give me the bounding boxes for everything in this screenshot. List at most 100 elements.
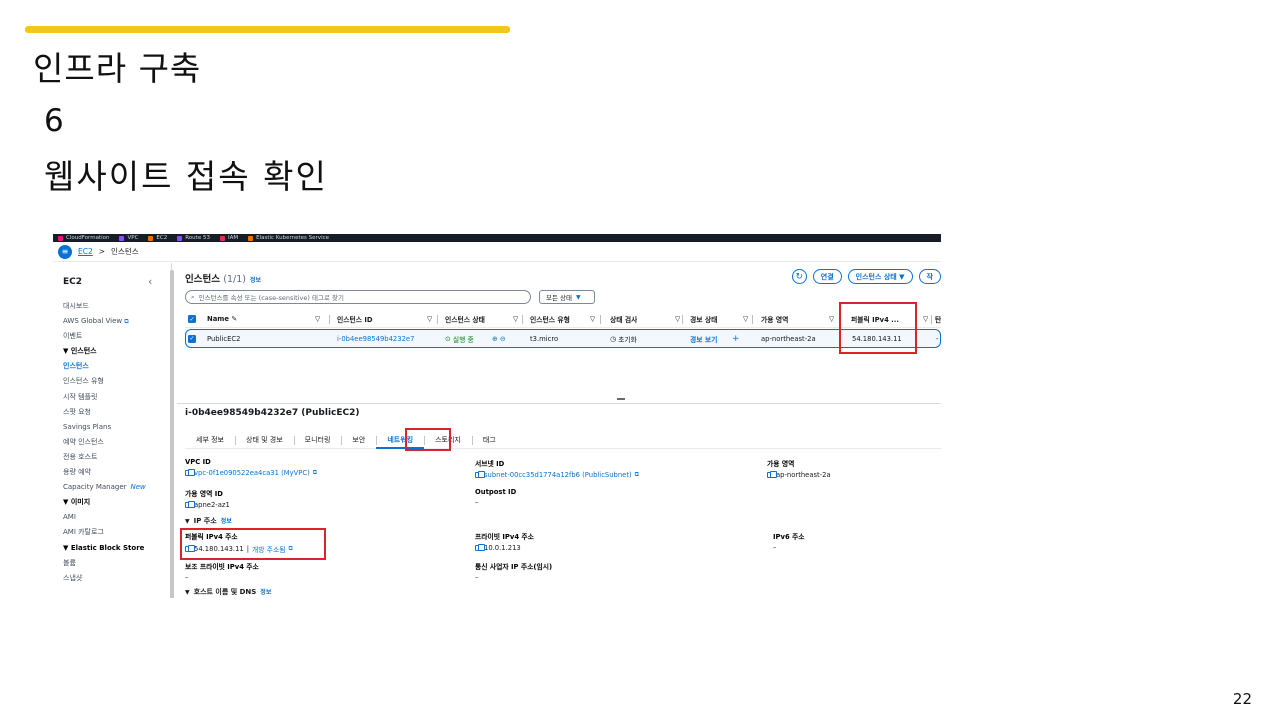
tab-status-alarms[interactable]: 상태 및 경보 [235,433,294,449]
col-status-check[interactable]: 상태 검사 [610,311,637,327]
info-link[interactable]: 정보 [260,589,271,596]
sort-icon[interactable]: ▽ [513,311,518,327]
copy-icon[interactable] [475,543,485,551]
sidebar-item-ami[interactable]: AMI [63,510,168,525]
state-filter-select[interactable]: 모든 상태 ▼ [539,290,595,304]
sidebar-item-reserved-instances[interactable]: 예약 인스턴스 [63,435,168,450]
carrier-ip-field: 통신 사업자 IP 주소(임시) – [475,563,553,582]
favorite-vpc[interactable]: VPC [119,235,138,241]
copy-icon[interactable] [475,470,485,478]
breadcrumb-ec2-link[interactable]: EC2 [78,247,93,256]
sort-icon[interactable]: ▽ [427,311,432,327]
tab-monitoring[interactable]: 모니터링 [293,433,342,449]
table-row[interactable]: ✓ PublicEC2 i-0b4ee98549b4232e7 ⊙ 실행 중 ⊕… [185,329,941,348]
step-title: 웹사이트 접속 확인 [44,157,328,196]
split-drag-handle[interactable] [617,398,625,400]
secondary-ip-field: 보조 프라이빗 IPv4 주소 – [185,563,259,582]
running-icon: ⊙ [445,334,451,343]
sidebar-section-instances[interactable]: ▼ 인스턴스 [63,344,168,359]
row-checkbox[interactable]: ✓ [188,334,196,343]
sidebar-item-dedicated-hosts[interactable]: 전용 호스트 [63,450,168,465]
info-link[interactable]: 정보 [221,518,232,525]
col-more[interactable]: 탄 [935,311,941,327]
sort-icon[interactable]: ▽ [315,311,320,327]
select-all-checkbox[interactable]: ✓ [188,315,196,323]
sidebar-scrollbar[interactable] [170,270,174,598]
favorite-ec2[interactable]: EC2 [148,235,167,241]
copy-icon[interactable] [767,470,777,478]
col-name[interactable]: Name ✎ [207,311,237,327]
subnet-link[interactable]: subnet-00cc35d1774a12fb6 (PublicSubnet) [484,471,632,479]
vpc-id-field: VPC ID vpc-0f1e090522ea4ca31 (MyVPC) ⧉ [185,458,318,477]
new-badge: New [130,483,146,492]
tab-details[interactable]: 세부 정보 [185,433,235,449]
favorite-cloudformation[interactable]: CloudFormation [58,235,109,241]
sidebar-item-savings-plans[interactable]: Savings Plans [63,420,168,435]
row-instance-id[interactable]: i-0b4ee98549b4232e7 [337,330,414,347]
favorite-eks[interactable]: Elastic Kubernetes Service [248,235,329,241]
sidebar-section-ebs[interactable]: ▼ Elastic Block Store [63,541,168,556]
sidebar-item-launch-templates[interactable]: 시작 템플릿 [63,390,168,405]
external-link-icon: ⧉ [124,318,129,326]
view-alarms-link[interactable]: 경보 보기 [690,330,717,347]
instances-table: ✓ Name ✎ ▽ 인스턴스 ID ▽ 인스턴스 상태 ▽ 인스턴스 유형 ▽… [185,311,941,348]
sidebar-item-snapshots[interactable]: 스냅샷 [63,571,168,586]
caret-down-icon: ▼ [576,293,581,301]
sidebar-item-dashboard[interactable]: 대시보드 [63,299,168,314]
search-icon: ⌕ [191,292,195,301]
sidebar-item-instance-types[interactable]: 인스턴스 유형 [63,374,168,389]
tab-security[interactable]: 보안 [341,433,376,449]
sidebar-item-events[interactable]: 이벤트 [63,329,168,344]
collapse-sidebar-icon[interactable]: ‹ [148,275,152,288]
sort-icon[interactable]: ▽ [590,311,595,327]
col-state[interactable]: 인스턴스 상태 [445,311,485,327]
split-divider[interactable] [177,403,941,405]
favorite-iam[interactable]: IAM [219,235,238,241]
favorite-route53[interactable]: Route 53 [177,235,210,241]
col-az[interactable]: 가용 영역 [761,311,788,327]
detail-title: i-0b4ee98549b4232e7 (PublicEC2) [185,408,360,418]
actions-button[interactable]: 작 [918,269,941,284]
instance-search-input[interactable]: ⌕ 인스턴스를 속성 또는 (case-sensitive) 태그로 찾기 [185,290,531,304]
host-dns-section-toggle[interactable]: ▼ 호스트 이름 및 DNS 정보 [185,587,271,597]
highlight-public-ip-detail [180,528,326,560]
sidebar-item-ami-catalog[interactable]: AMI 카탈로그 [63,525,168,540]
add-alarm-icon[interactable]: + [732,330,740,347]
sort-icon[interactable]: ▽ [675,311,680,327]
col-type[interactable]: 인스턴스 유형 [530,311,570,327]
col-alarm[interactable]: 경보 상태 [690,311,717,327]
refresh-icon[interactable]: ↻ [791,269,807,284]
copy-icon[interactable] [185,500,195,508]
sidebar-item-volumes[interactable]: 볼륨 [63,556,168,571]
instance-state-button[interactable]: 인스턴스 상태 ▼ [847,269,913,284]
breadcrumb: ≡ EC2 > 인스턴스 [53,242,941,262]
az-id-field: 가용 영역 ID apne2-az1 [185,490,230,509]
sidebar-section-images[interactable]: ▼ 이미지 [63,495,168,510]
header-actions: ↻ 연결 인스턴스 상태 ▼ 작 [791,269,941,284]
highlight-networking-tab [405,428,451,451]
sidebar-item-global-view[interactable]: AWS Global View ⧉ [63,314,168,329]
sidebar-item-spot-requests[interactable]: 스팟 요청 [63,405,168,420]
copy-icon[interactable] [185,468,195,476]
sidebar-header: EC2 [63,277,83,287]
tab-tags[interactable]: 태그 [471,433,507,449]
sort-icon[interactable]: ▽ [743,311,748,327]
vpc-link[interactable]: vpc-0f1e090522ea4ca31 (MyVPC) [194,469,310,477]
connect-button[interactable]: 연결 [812,269,842,284]
highlight-public-ip-column [839,302,917,354]
row-state: ⊙ 실행 중 [445,334,474,344]
zoom-icons[interactable]: ⊕ ⊖ [492,330,506,347]
slide-title: 인프라 구축 [33,49,202,88]
sort-icon[interactable]: ▽ [829,311,834,327]
menu-icon[interactable]: ≡ [58,244,72,259]
row-az: ap-northeast-2a [761,334,816,343]
col-instance-id[interactable]: 인스턴스 ID [337,311,373,327]
info-link[interactable]: 정보 [250,277,261,284]
sidebar-item-capacity-manager[interactable]: Capacity Manager New [63,480,168,495]
ip-section-toggle[interactable]: ▼ IP 주소 정보 [185,516,232,526]
step-number: 6 [44,103,64,139]
sort-icon[interactable]: ▽ [923,311,928,327]
sidebar-item-capacity-reservations[interactable]: 용량 예약 [63,465,168,480]
sidebar-item-instances[interactable]: 인스턴스 [63,359,168,374]
row-type: t3.micro [530,334,559,343]
